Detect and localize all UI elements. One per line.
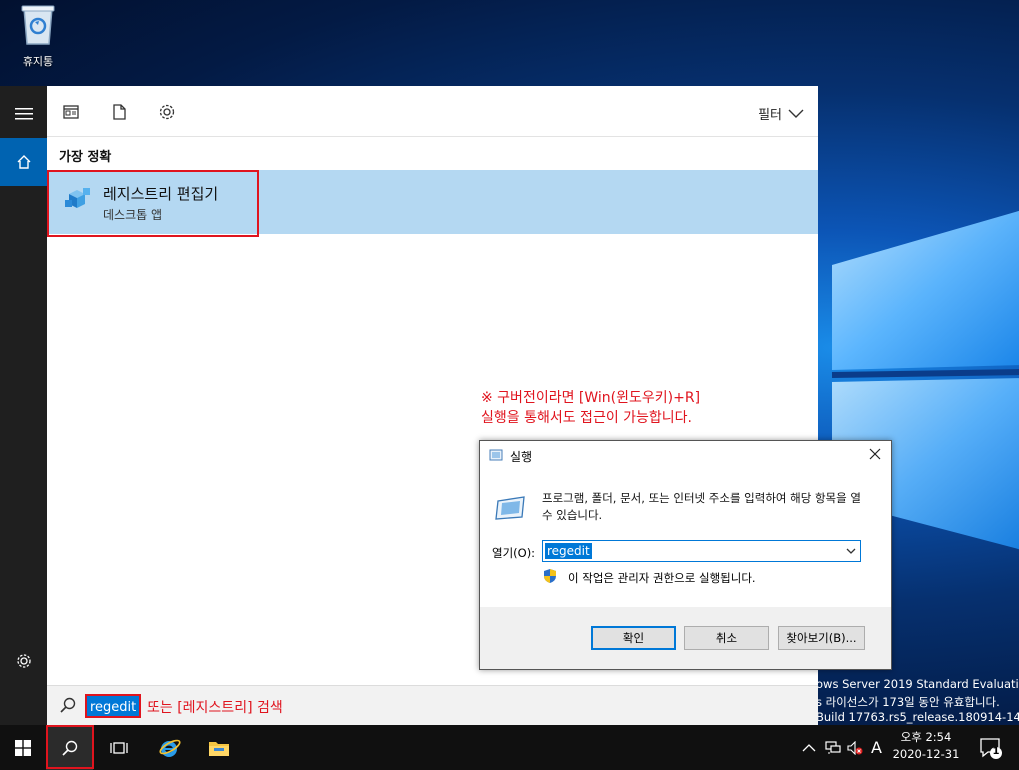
filter-label: 필터: [758, 108, 782, 123]
home-icon: [17, 155, 30, 169]
clock-date: 2020-12-31: [892, 747, 960, 761]
annotation-line-2: 실행을 통해서도 접근이 가능합니다.: [481, 410, 692, 426]
watermark-edition: ows Server 2019 Standard Evaluation: [816, 677, 1019, 691]
notification-count: 1: [992, 746, 1000, 757]
open-label: 열기(O):: [492, 546, 536, 560]
home-button[interactable]: [0, 138, 47, 186]
start-rail: [0, 86, 47, 725]
search-icon: [60, 697, 76, 713]
cancel-button[interactable]: 취소: [684, 626, 769, 650]
menu-icon: [14, 108, 33, 120]
result-highlight-box: [47, 170, 259, 237]
action-center-button[interactable]: 1: [978, 735, 1004, 761]
run-dialog-title: 실행: [510, 450, 533, 464]
open-combobox[interactable]: regedit: [542, 540, 861, 562]
document-icon[interactable]: [110, 103, 128, 121]
run-dialog-body: 프로그램, 폴더, 문서, 또는 인터넷 주소를 입력하여 해당 항목을 열 수…: [480, 470, 891, 607]
filter-dropdown[interactable]: 필터: [758, 104, 804, 123]
settings-button[interactable]: [0, 637, 47, 685]
taskbar: A 오후 2:54 2020-12-31 1: [0, 725, 1019, 770]
hamburger-menu-button[interactable]: [0, 90, 47, 138]
file-explorer-icon: [209, 741, 229, 756]
volume-muted-icon[interactable]: [847, 740, 863, 755]
file-explorer-button[interactable]: [196, 725, 242, 770]
search-toolbar: 필터: [47, 86, 818, 137]
run-dialog: 실행 프로그램, 폴더, 문서, 또는 인터넷 주소를 입력하여 해당 항목을 …: [479, 440, 892, 670]
internet-explorer-button[interactable]: [146, 725, 192, 770]
watermark-license: s 라이선스가 173일 동안 유효합니다.: [816, 695, 1000, 709]
network-icon[interactable]: [825, 740, 841, 755]
run-description: 프로그램, 폴더, 문서, 또는 인터넷 주소를 입력하여 해당 항목을 열 수…: [542, 491, 861, 522]
start-button[interactable]: [0, 725, 46, 770]
recycle-bin[interactable]: 휴지통: [8, 4, 68, 69]
system-tray: A: [800, 725, 888, 770]
gear-icon: [16, 654, 31, 668]
chevron-down-icon[interactable]: [845, 544, 857, 558]
clock-time: 오후 2:54: [900, 730, 952, 744]
internet-explorer-icon: [159, 739, 181, 757]
ime-indicator[interactable]: A: [871, 738, 882, 757]
open-input[interactable]: regedit: [545, 543, 592, 559]
chevron-up-icon[interactable]: [802, 743, 816, 753]
gear-icon[interactable]: [158, 103, 176, 121]
annotation-line-1: ※ 구버전이라면 [Win(윈도우키)+R]: [481, 390, 701, 406]
search-bar[interactable]: regedit 또는 [레지스트리] 검색: [47, 685, 818, 726]
search-hint: 또는 [레지스트리] 검색: [147, 700, 283, 716]
browse-button[interactable]: 찾아보기(B)...: [778, 626, 865, 650]
apps-icon[interactable]: [62, 103, 80, 121]
close-icon: [869, 448, 881, 460]
search-button-highlight: [46, 725, 94, 769]
task-view-icon: [110, 741, 128, 754]
task-view-button[interactable]: [96, 725, 142, 770]
chevron-down-icon: [788, 109, 804, 118]
run-dialog-titlebar[interactable]: 실행: [480, 441, 891, 470]
watermark-build: Build 17763.rs5_release.180914-1434: [816, 710, 1019, 724]
best-match-heading: 가장 정확: [59, 150, 112, 165]
search-input[interactable]: regedit: [85, 694, 142, 718]
annotation-note: ※ 구버전이라면 [Win(윈도우키)+R] 실행을 통해서도 접근이 가능합니…: [481, 388, 700, 428]
admin-note: 이 작업은 관리자 권한으로 실행됩니다.: [568, 571, 756, 585]
clock[interactable]: 오후 2:54 2020-12-31: [891, 729, 961, 763]
uac-shield-icon: [544, 569, 556, 583]
start-icon: [15, 739, 31, 756]
notification-icon: [980, 738, 1002, 759]
close-button[interactable]: [865, 445, 885, 465]
recycle-bin-icon: [21, 5, 55, 45]
ok-button[interactable]: 확인: [591, 626, 676, 650]
recycle-bin-label: 휴지통: [22, 55, 54, 68]
run-icon: [489, 449, 503, 461]
run-program-icon: [495, 496, 525, 520]
